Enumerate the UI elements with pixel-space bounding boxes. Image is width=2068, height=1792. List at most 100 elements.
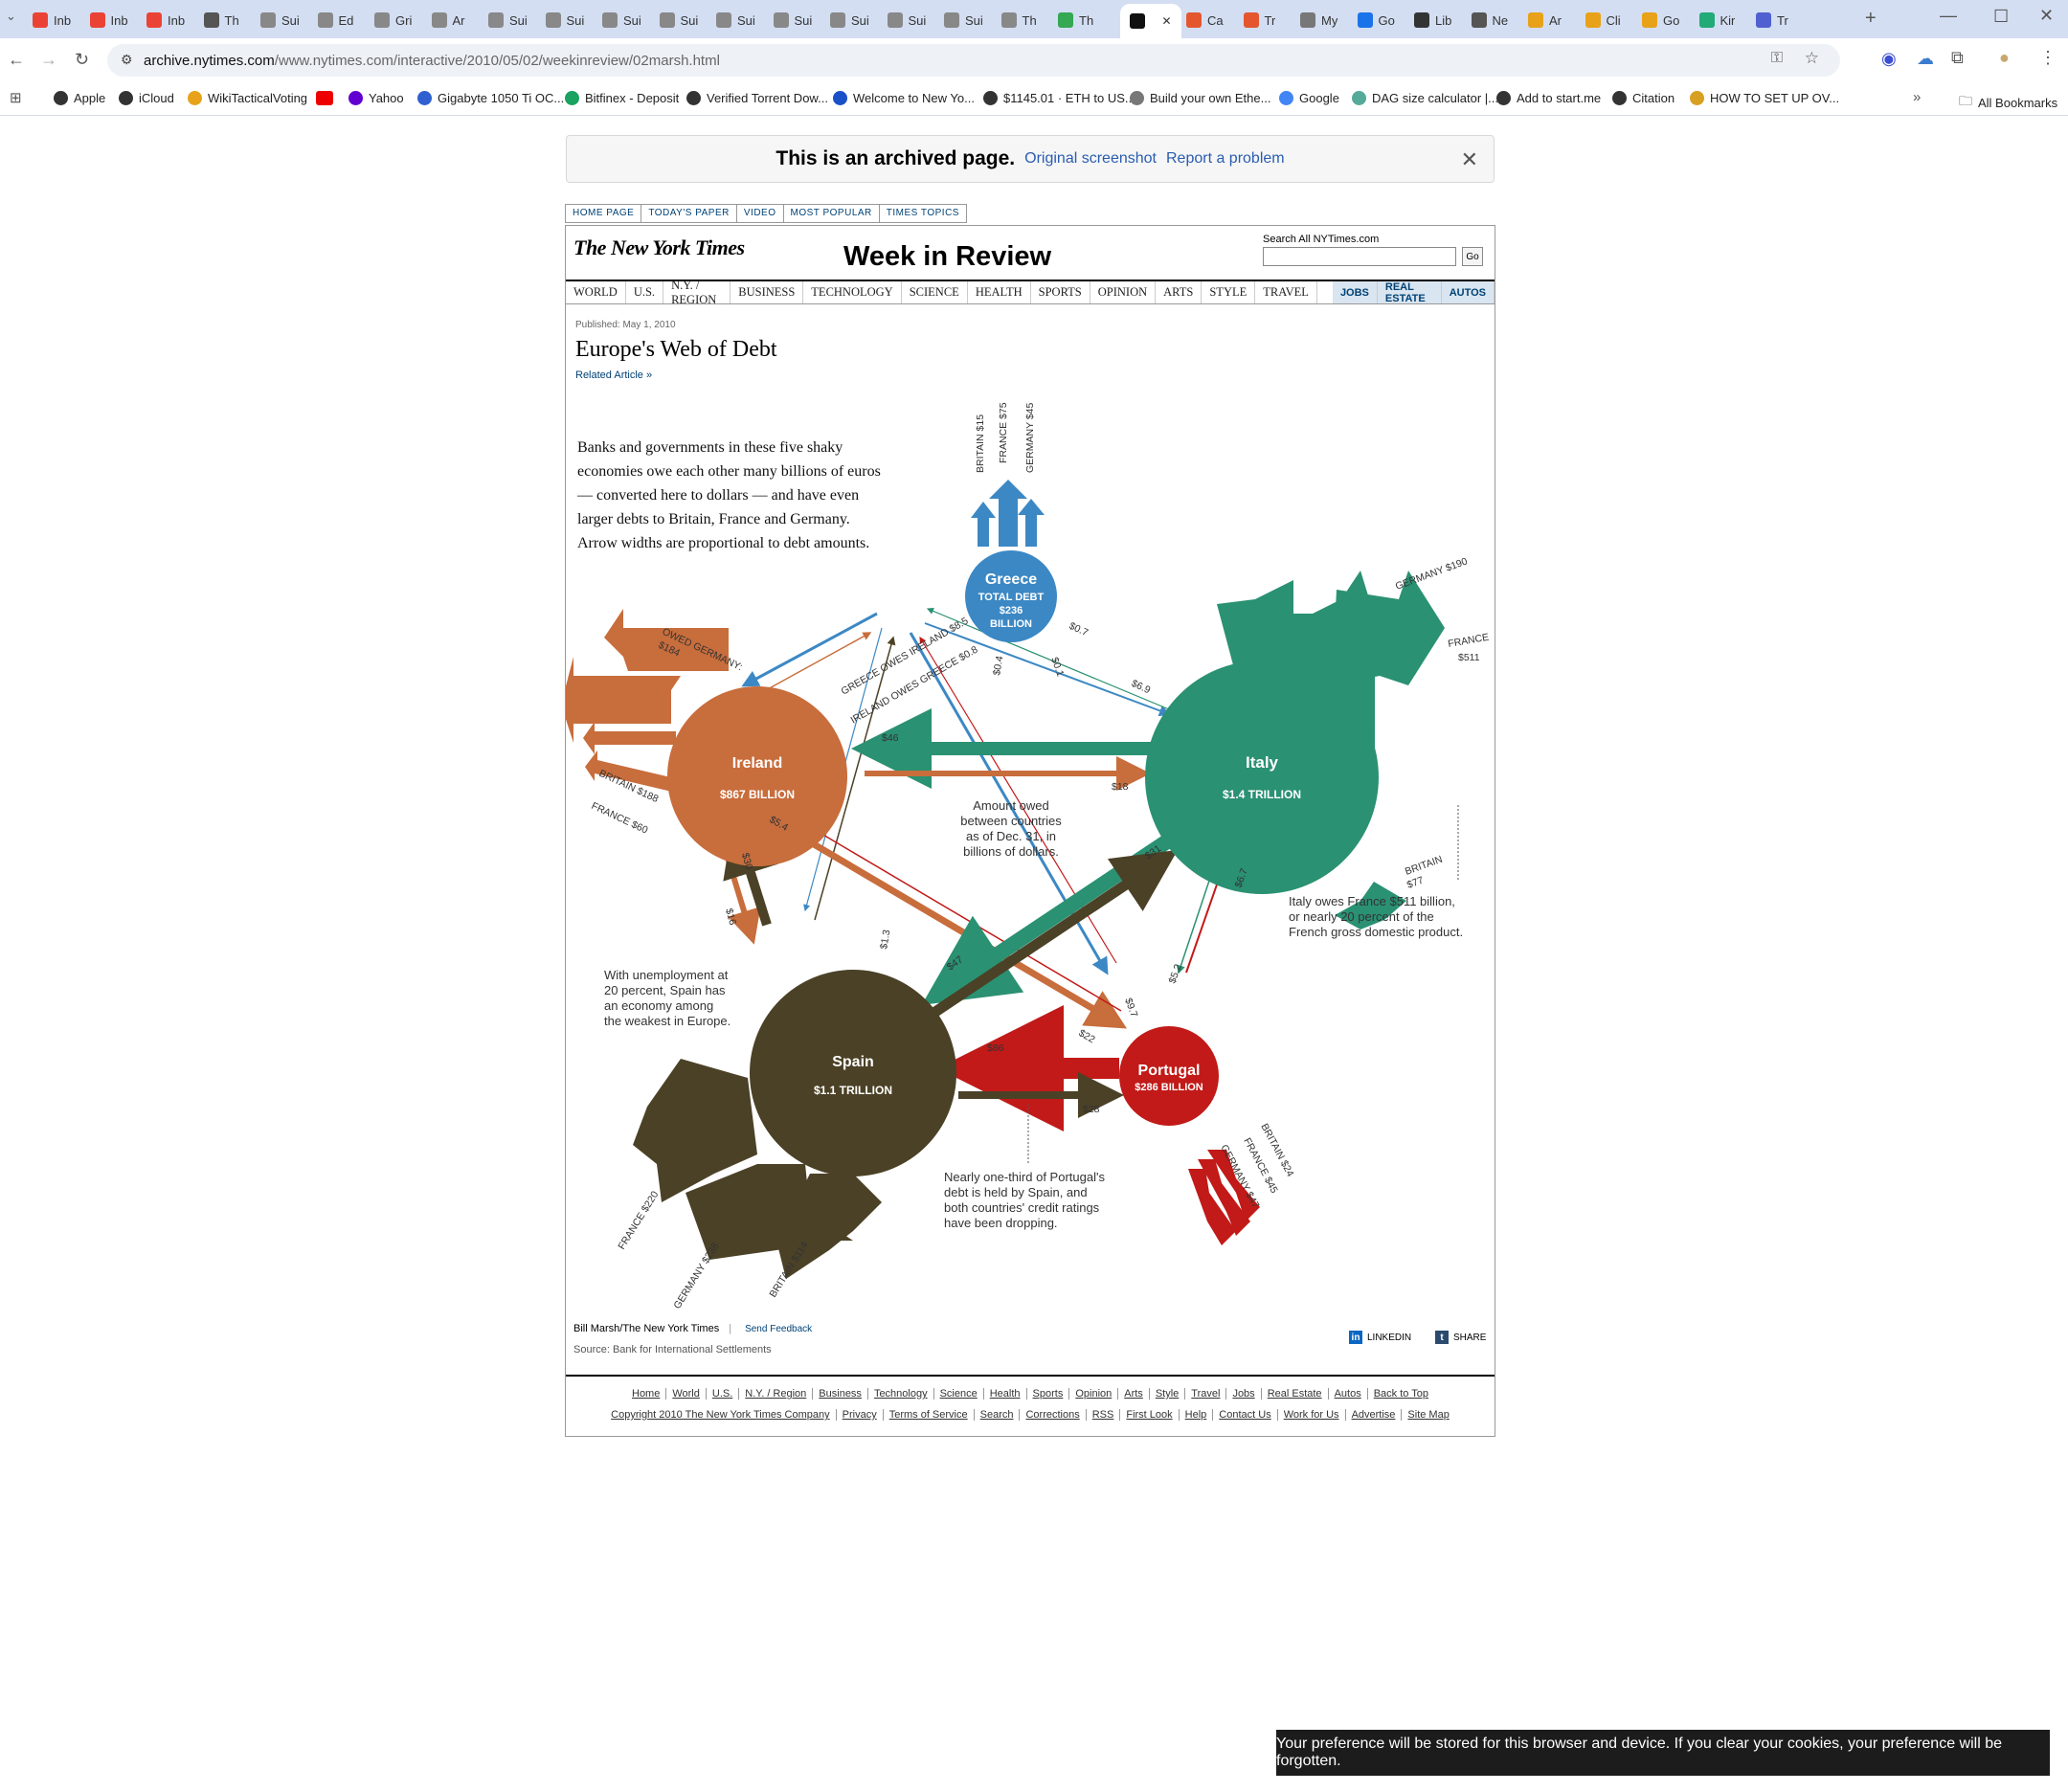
browser-tab[interactable]: Sui xyxy=(830,5,869,35)
browser-tab[interactable]: Lib xyxy=(1414,5,1451,35)
send-feedback-link[interactable]: Send Feedback xyxy=(745,1324,812,1334)
footer-link[interactable]: Real Estate xyxy=(1262,1388,1329,1400)
footer-link[interactable]: Terms of Service xyxy=(884,1409,975,1421)
bookmark-item[interactable]: HOW TO SET UP OV... xyxy=(1690,91,1839,105)
browser-tab[interactable]: ✕ xyxy=(1119,4,1181,38)
top-nav-link[interactable]: HOME PAGE xyxy=(565,204,642,223)
forward-icon[interactable]: → xyxy=(40,50,57,70)
browser-tab[interactable]: Go xyxy=(1642,5,1679,35)
footer-link[interactable]: World xyxy=(666,1388,707,1400)
footer-link[interactable]: N.Y. / Region xyxy=(739,1388,814,1400)
section-nav-link[interactable]: OPINION xyxy=(1090,281,1157,303)
footer-link[interactable]: Science xyxy=(934,1388,984,1400)
tab-search-icon[interactable]: ⌄ xyxy=(6,9,16,24)
section-nav-link[interactable]: STYLE xyxy=(1202,281,1256,303)
section-nav-link[interactable]: ARTS xyxy=(1156,281,1203,303)
footer-link[interactable]: Health xyxy=(984,1388,1027,1400)
profile-avatar-icon[interactable]: ● xyxy=(1999,48,2010,68)
browser-tab[interactable]: Sui xyxy=(260,5,300,35)
extensions-puzzle-icon[interactable]: ⧉ xyxy=(1951,48,1964,68)
footer-link[interactable]: Work for Us xyxy=(1278,1409,1346,1421)
bookmark-item[interactable]: Gigabyte 1050 Ti OC... xyxy=(417,91,564,105)
footer-link[interactable]: Privacy xyxy=(837,1409,884,1421)
bookmark-item[interactable]: $1145.01 · ETH to US... xyxy=(983,91,1135,105)
related-article-link[interactable]: Related Article » xyxy=(575,370,652,381)
top-nav-link[interactable]: VIDEO xyxy=(735,204,784,223)
classifieds-link[interactable]: JOBS xyxy=(1332,281,1378,303)
footer-link[interactable]: Arts xyxy=(1118,1388,1150,1400)
extension-icon[interactable]: ◉ xyxy=(1881,49,1897,69)
new-tab-icon[interactable]: + xyxy=(1865,8,1877,30)
footer-link[interactable]: Style xyxy=(1150,1388,1186,1400)
more-bookmarks-icon[interactable]: » xyxy=(1913,89,1921,105)
browser-tab[interactable]: Ne xyxy=(1471,5,1508,35)
browser-tab[interactable]: Th xyxy=(1000,5,1037,35)
footer-link[interactable]: Travel xyxy=(1185,1388,1227,1400)
bookmark-item[interactable]: WikiTacticalVoting xyxy=(188,91,307,105)
footer-link[interactable]: Contact Us xyxy=(1213,1409,1278,1421)
close-tab-icon[interactable]: ✕ xyxy=(1162,14,1172,28)
browser-tab[interactable]: Sui xyxy=(773,5,812,35)
footer-link[interactable]: Technology xyxy=(868,1388,934,1400)
footer-link[interactable]: Advertise xyxy=(1346,1409,1403,1421)
browser-tab[interactable]: Inb xyxy=(146,5,185,35)
search-input[interactable] xyxy=(1263,247,1456,266)
browser-tab[interactable]: Sui xyxy=(545,5,584,35)
menu-kebab-icon[interactable]: ⋮ xyxy=(2039,48,2057,68)
footer-link[interactable]: Copyright 2010 The New York Times Compan… xyxy=(605,1409,837,1421)
browser-tab[interactable]: Ar xyxy=(431,5,465,35)
bookmark-item[interactable]: Apple xyxy=(54,91,105,105)
browser-tab[interactable]: Sui xyxy=(659,5,698,35)
footer-link[interactable]: Back to Top xyxy=(1368,1388,1434,1400)
footer-link[interactable]: Search xyxy=(975,1409,1021,1421)
browser-tab[interactable]: Inb xyxy=(33,5,71,35)
browser-tab[interactable]: Sui xyxy=(716,5,755,35)
original-screenshot-link[interactable]: Original screenshot xyxy=(1024,150,1157,168)
section-nav-link[interactable]: HEALTH xyxy=(968,281,1031,303)
browser-tab[interactable]: Th xyxy=(1058,5,1093,35)
footer-link[interactable]: Site Map xyxy=(1402,1409,1454,1421)
bookmark-item[interactable] xyxy=(316,91,333,105)
browser-tab[interactable]: Tr xyxy=(1756,5,1788,35)
browser-tab[interactable]: My xyxy=(1300,5,1337,35)
browser-tab[interactable]: Th xyxy=(203,5,239,35)
browser-tab[interactable]: Sui xyxy=(944,5,983,35)
browser-tab[interactable]: Cli xyxy=(1585,5,1621,35)
browser-tab[interactable]: Ca xyxy=(1186,5,1224,35)
classifieds-link[interactable]: AUTOS xyxy=(1441,281,1495,303)
report-problem-link[interactable]: Report a problem xyxy=(1166,150,1285,168)
bookmark-item[interactable]: Add to start.me xyxy=(1496,91,1601,105)
browser-tab[interactable]: Ar xyxy=(1528,5,1562,35)
browser-tab[interactable]: Sui xyxy=(887,5,926,35)
section-nav-link[interactable]: SCIENCE xyxy=(902,281,968,303)
browser-tab[interactable]: Gri xyxy=(374,5,412,35)
footer-link[interactable]: Opinion xyxy=(1069,1388,1119,1400)
linkedin-button[interactable]: in LINKEDIN xyxy=(1349,1331,1411,1344)
section-nav-link[interactable]: TRAVEL xyxy=(1255,281,1317,303)
bookmark-item[interactable]: iCloud xyxy=(119,91,174,105)
section-nav-link[interactable]: BUSINESS xyxy=(731,281,804,303)
footer-link[interactable]: Home xyxy=(626,1388,667,1400)
nyt-logo[interactable]: The New York Times xyxy=(573,235,745,260)
back-icon[interactable]: ← xyxy=(8,50,25,70)
browser-tab[interactable]: Kir xyxy=(1698,5,1735,35)
browser-tab[interactable]: Go xyxy=(1357,5,1395,35)
share-button[interactable]: t SHARE xyxy=(1435,1331,1486,1344)
maximize-icon[interactable]: ☐ xyxy=(1993,7,2009,27)
bookmark-item[interactable]: Verified Torrent Dow... xyxy=(686,91,828,105)
browser-tab[interactable]: Sui xyxy=(602,5,641,35)
bookmark-star-icon[interactable]: ☆ xyxy=(1805,49,1819,68)
bookmark-item[interactable]: DAG size calculator |... xyxy=(1352,91,1498,105)
classifieds-link[interactable]: REAL ESTATE xyxy=(1377,281,1442,304)
bookmark-item[interactable]: Build your own Ethe... xyxy=(1130,91,1270,105)
sync-icon[interactable]: ☁ xyxy=(1917,49,1934,69)
address-bar[interactable]: ⚙ archive.nytimes.com/www.nytimes.com/in… xyxy=(107,44,1840,77)
footer-link[interactable]: Help xyxy=(1180,1409,1214,1421)
footer-link[interactable]: Autos xyxy=(1329,1388,1368,1400)
browser-tab[interactable]: Inb xyxy=(89,5,128,35)
bookmark-item[interactable]: Yahoo xyxy=(348,91,404,105)
browser-tab[interactable]: Tr xyxy=(1243,5,1275,35)
footer-link[interactable]: RSS xyxy=(1087,1409,1121,1421)
section-nav-link[interactable]: WORLD xyxy=(566,281,626,303)
section-nav-link[interactable]: N.Y. / REGION xyxy=(663,279,731,306)
